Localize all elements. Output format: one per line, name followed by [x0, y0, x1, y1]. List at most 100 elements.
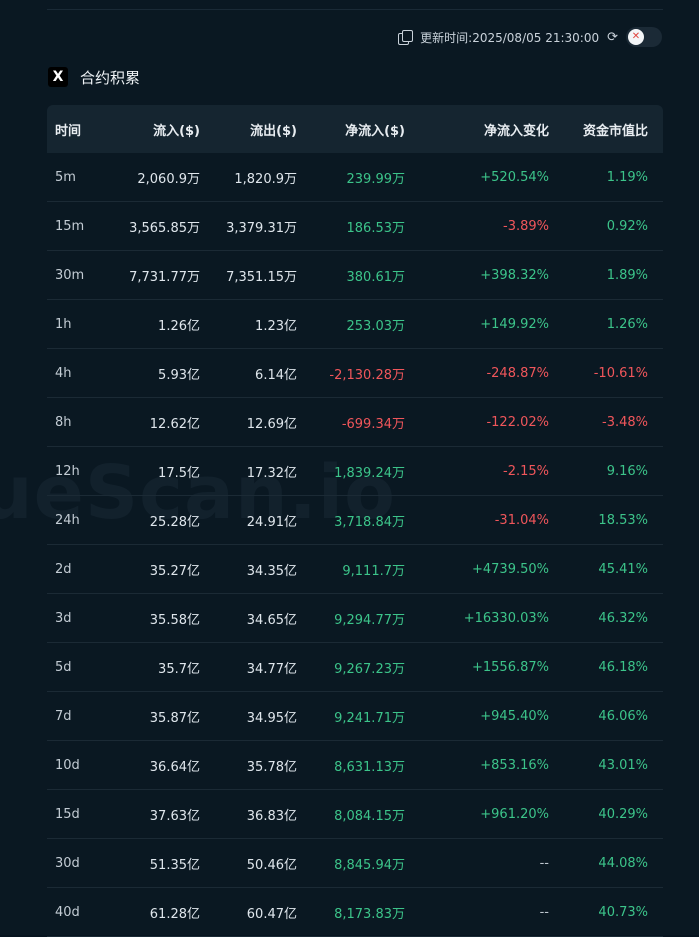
cell-netflow: 8,845.94万	[334, 857, 405, 873]
cell-netflow-change: -122.02%	[486, 414, 549, 430]
table-row: 3d 35.58亿 34.65亿 9,294.77万 +16330.03% 46.32%	[47, 594, 663, 643]
cell-netflow-change: -2.15%	[503, 463, 549, 479]
cell-fund-market-ratio: 40.29%	[598, 806, 648, 822]
table-row: 40d 61.28亿 60.47亿 8,173.83万 -- 40.73%	[47, 888, 663, 937]
cell-outflow: 3,379.31万	[226, 220, 297, 236]
cell-fund-market-ratio: 18.53%	[598, 512, 648, 528]
cell-time: 30m	[55, 267, 85, 283]
cell-time: 12h	[55, 463, 80, 479]
table-row: 15d 37.63亿 36.83亿 8,084.15万 +961.20% 40.29%	[47, 790, 663, 839]
cell-inflow: 5.93亿	[158, 367, 200, 383]
cell-inflow: 51.35亿	[149, 857, 200, 873]
cell-netflow: 8,084.15万	[334, 808, 405, 824]
cell-netflow: -2,130.28万	[329, 367, 405, 383]
cell-outflow: 34.35亿	[246, 563, 297, 579]
cell-netflow: 8,173.83万	[334, 906, 405, 922]
table-row: 24h 25.28亿 24.91亿 3,718.84万 -31.04% 18.53%	[47, 496, 663, 545]
update-time-label: 更新时间:2025/08/05 21:30:00	[420, 30, 600, 45]
table-header: 时间 流入($) 流出($) 净流入($) 净流入变化 资金市值比	[47, 105, 663, 153]
cell-inflow: 35.58亿	[149, 612, 200, 628]
cell-time: 7d	[55, 708, 72, 724]
cell-fund-market-ratio: 9.16%	[606, 463, 648, 479]
cell-outflow: 34.77亿	[246, 661, 297, 677]
cell-netflow-change: +1556.87%	[471, 659, 549, 675]
cell-inflow: 2,060.9万	[137, 171, 200, 187]
cell-netflow: 3,718.84万	[334, 514, 405, 530]
cell-netflow-change: +961.20%	[480, 806, 549, 822]
refresh-icon[interactable]: ⟳	[607, 30, 618, 45]
toggle-switch[interactable]: ✕	[626, 27, 662, 47]
section-title-text: 合约积累	[80, 68, 141, 87]
cell-inflow: 3,565.85万	[129, 220, 200, 236]
table-row: 7d 35.87亿 34.95亿 9,241.71万 +945.40% 46.06%	[47, 692, 663, 741]
cell-netflow-change: +398.32%	[480, 267, 549, 283]
header-inflow: 流入($)	[153, 123, 200, 139]
table-row: 5d 35.7亿 34.77亿 9,267.23万 +1556.87% 46.18%	[47, 643, 663, 692]
table-row: 5m 2,060.9万 1,820.9万 239.99万 +520.54% 1.19%	[47, 153, 663, 202]
section-title: X 合约积累	[48, 64, 140, 90]
table-row: 4h 5.93亿 6.14亿 -2,130.28万 -248.87% -10.61%	[47, 349, 663, 398]
table-row: 10d 36.64亿 35.78亿 8,631.13万 +853.16% 43.01%	[47, 741, 663, 790]
cell-inflow: 35.27亿	[149, 563, 200, 579]
flow-table: 时间 流入($) 流出($) 净流入($) 净流入变化 资金市值比 5m 2,06…	[47, 105, 663, 937]
cell-netflow: 9,111.7万	[342, 563, 405, 579]
cell-fund-market-ratio: 40.73%	[598, 904, 648, 920]
cell-outflow: 34.95亿	[246, 710, 297, 726]
cell-inflow: 37.63亿	[149, 808, 200, 824]
exchange-logo-icon: X	[48, 67, 68, 87]
cell-inflow: 7,731.77万	[129, 269, 200, 285]
cell-outflow: 60.47亿	[246, 906, 297, 922]
cell-inflow: 36.64亿	[149, 759, 200, 775]
cell-outflow: 1,820.9万	[234, 171, 297, 187]
cell-time: 3d	[55, 610, 72, 626]
cell-time: 1h	[55, 316, 72, 332]
table-row: 8h 12.62亿 12.69亿 -699.34万 -122.02% -3.48%	[47, 398, 663, 447]
cell-time: 30d	[55, 855, 80, 871]
cell-outflow: 17.32亿	[246, 465, 297, 481]
header-fund-market-ratio: 资金市值比	[582, 123, 648, 139]
cell-netflow: -699.34万	[341, 416, 405, 432]
copy-icon[interactable]	[398, 30, 414, 45]
table-row: 15m 3,565.85万 3,379.31万 186.53万 -3.89% 0.92%	[47, 202, 663, 251]
table-row: 12h 17.5亿 17.32亿 1,839.24万 -2.15% 9.16%	[47, 447, 663, 496]
cell-netflow: 8,631.13万	[334, 759, 405, 775]
cell-netflow-change: +945.40%	[480, 708, 549, 724]
cell-outflow: 6.14亿	[255, 367, 297, 383]
cell-netflow: 1,839.24万	[334, 465, 405, 481]
cell-inflow: 61.28亿	[149, 906, 200, 922]
cell-netflow: 9,241.71万	[334, 710, 405, 726]
cell-outflow: 7,351.15万	[226, 269, 297, 285]
cell-netflow-change: +520.54%	[480, 169, 549, 185]
divider	[47, 9, 663, 10]
cell-time: 5m	[55, 169, 76, 185]
cell-time: 15m	[55, 218, 85, 234]
cell-fund-market-ratio: 43.01%	[598, 757, 648, 773]
table-row: 2d 35.27亿 34.35亿 9,111.7万 +4739.50% 45.41%	[47, 545, 663, 594]
cell-netflow-change: -3.89%	[503, 218, 549, 234]
cell-netflow-change: +4739.50%	[471, 561, 549, 577]
cell-outflow: 35.78亿	[246, 759, 297, 775]
header-netflow: 净流入($)	[345, 123, 405, 139]
header-time: 时间	[55, 123, 82, 139]
cell-fund-market-ratio: 1.26%	[606, 316, 648, 332]
cell-inflow: 25.28亿	[149, 514, 200, 530]
cell-outflow: 34.65亿	[246, 612, 297, 628]
cell-netflow-change: -31.04%	[494, 512, 549, 528]
cell-time: 8h	[55, 414, 72, 430]
cell-outflow: 36.83亿	[246, 808, 297, 824]
cell-fund-market-ratio: -3.48%	[602, 414, 648, 430]
cell-inflow: 35.87亿	[149, 710, 200, 726]
cell-fund-market-ratio: 46.18%	[598, 659, 648, 675]
cell-netflow: 380.61万	[346, 269, 406, 285]
cell-netflow-change: --	[539, 855, 549, 871]
contract-accumulation-panel: ueScan.io 更新时间:2025/08/05 21:30:00 ⟳ ✕ X…	[0, 0, 699, 937]
cell-netflow-change: -248.87%	[486, 365, 549, 381]
table-row: 1h 1.26亿 1.23亿 253.03万 +149.92% 1.26%	[47, 300, 663, 349]
table-row: 30d 51.35亿 50.46亿 8,845.94万 -- 44.08%	[47, 839, 663, 888]
table-body: 5m 2,060.9万 1,820.9万 239.99万 +520.54% 1.19% 15…	[47, 153, 663, 937]
cell-time: 15d	[55, 806, 80, 822]
cell-outflow: 50.46亿	[246, 857, 297, 873]
header-netflow-change: 净流入变化	[483, 123, 549, 139]
header-outflow: 流出($)	[250, 123, 297, 139]
cell-fund-market-ratio: 1.89%	[606, 267, 648, 283]
